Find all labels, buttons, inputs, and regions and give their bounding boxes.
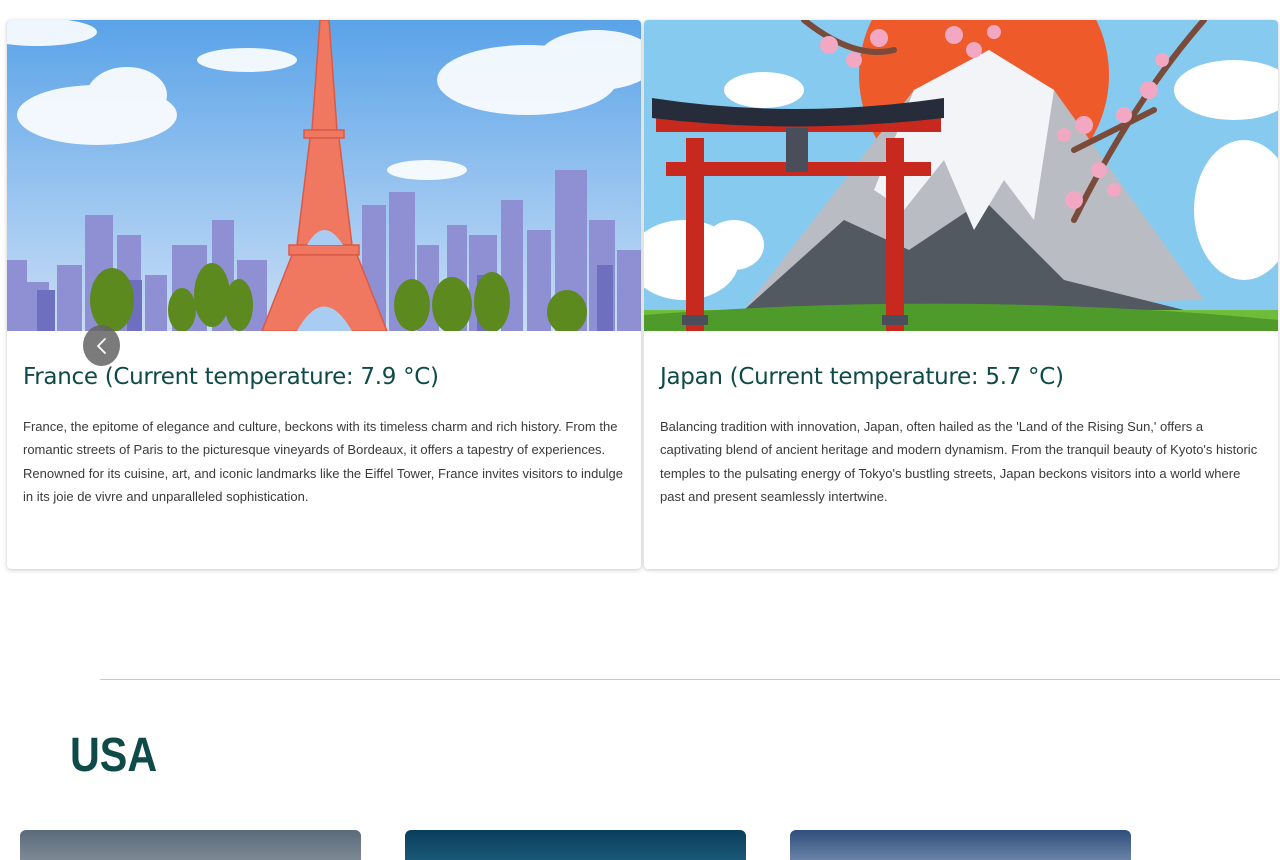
usa-card-2-image[interactable] [405, 830, 746, 860]
france-illustration [7, 20, 641, 331]
country-card-france[interactable]: France (Current temperature: 7.9 °C) Fra… [7, 20, 641, 569]
carousel-prev-button[interactable] [83, 325, 120, 366]
chevron-left-icon [96, 337, 106, 354]
card-description: Balancing tradition with innovation, Jap… [660, 419, 1258, 504]
section-divider [100, 679, 1280, 680]
card-description: France, the epitome of elegance and cult… [23, 419, 623, 504]
section-heading-usa: USA [70, 729, 158, 782]
country-card-japan[interactable]: Japan (Current temperature: 5.7 °C) Bala… [644, 20, 1278, 569]
card-title: France (Current temperature: 7.9 °C) [23, 364, 439, 390]
japan-illustration [644, 20, 1278, 331]
usa-card-1-image[interactable] [20, 830, 361, 860]
card-title: Japan (Current temperature: 5.7 °C) [660, 364, 1064, 390]
usa-card-3-image[interactable] [790, 830, 1131, 860]
